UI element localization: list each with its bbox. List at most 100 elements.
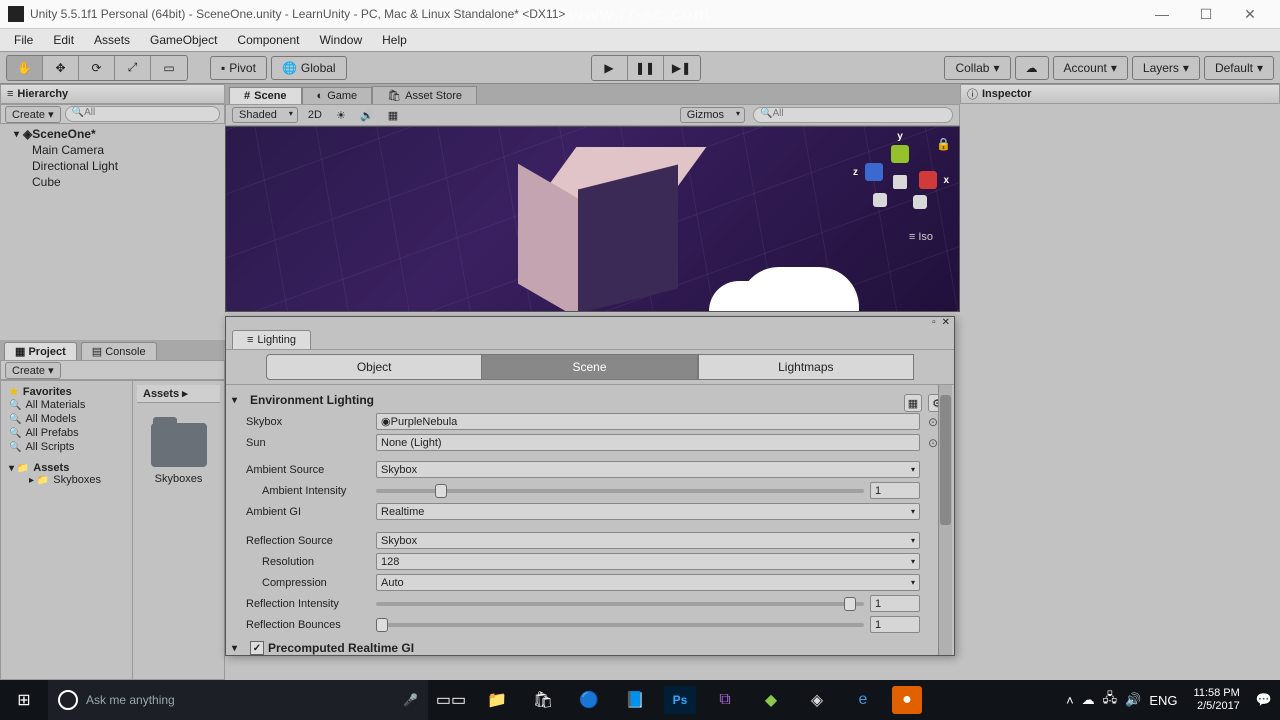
task-view-icon[interactable]: ▭▭: [428, 680, 474, 720]
ambient-intensity-slider[interactable]: [376, 482, 864, 499]
hand-tool[interactable]: ✋: [7, 56, 43, 80]
tab-asset-store[interactable]: 🛍Asset Store: [372, 86, 477, 104]
2d-toggle[interactable]: 2D: [306, 107, 324, 123]
menu-component[interactable]: Component: [227, 31, 309, 49]
mic-icon[interactable]: 🎤: [403, 693, 418, 707]
taskbar-clock[interactable]: 11:58 PM 2/5/2017: [1186, 687, 1248, 713]
menu-assets[interactable]: Assets: [84, 31, 140, 49]
env-lighting-header[interactable]: Environment Lighting: [240, 391, 940, 411]
close-button[interactable]: ✕: [1228, 0, 1272, 28]
menu-help[interactable]: Help: [372, 31, 417, 49]
hierarchy-item[interactable]: Main Camera: [6, 142, 219, 158]
edge-icon[interactable]: e: [840, 680, 886, 720]
store-app-icon[interactable]: 🛍: [520, 680, 566, 720]
precomputed-gi-header[interactable]: ✓Precomputed Realtime GI: [240, 635, 940, 655]
resolution-field[interactable]: 128: [376, 553, 920, 570]
project-create[interactable]: Create ▾: [5, 362, 61, 379]
folder-icon[interactable]: [151, 423, 207, 467]
photoshop-icon[interactable]: Ps: [664, 686, 696, 714]
audio-toggle-icon[interactable]: 🔊: [358, 107, 376, 123]
lighting-tab-lightmaps[interactable]: Lightmaps: [698, 354, 914, 380]
ambient-source-field[interactable]: Skybox: [376, 461, 920, 478]
tab-project[interactable]: ▦ Project: [4, 342, 77, 360]
reflection-intensity-value[interactable]: 1: [870, 595, 920, 612]
rotate-tool[interactable]: ⟳: [79, 56, 115, 80]
lighting-close-icon[interactable]: ✕: [942, 317, 950, 328]
hierarchy-create[interactable]: Create ▾: [5, 106, 61, 123]
reflection-source-field[interactable]: Skybox: [376, 532, 920, 549]
scene-search[interactable]: 🔍All: [753, 107, 953, 123]
scene-root[interactable]: ◈ SceneOne*: [6, 126, 219, 142]
lighting-tab-scene[interactable]: Scene: [482, 354, 697, 380]
menu-gameobject[interactable]: GameObject: [140, 31, 227, 49]
rect-tool[interactable]: ▭: [151, 56, 187, 80]
layout-dropdown[interactable]: Default▾: [1204, 56, 1274, 80]
tray-onedrive-icon[interactable]: ☁: [1082, 692, 1095, 708]
ambient-gi-field[interactable]: Realtime: [376, 503, 920, 520]
menu-file[interactable]: File: [4, 31, 43, 49]
tab-console[interactable]: ▤ Console: [81, 342, 157, 360]
fx-toggle-icon[interactable]: ▦: [384, 107, 402, 123]
android-studio-icon[interactable]: ◆: [748, 680, 794, 720]
start-button[interactable]: ⊞: [0, 680, 48, 720]
favorites-header[interactable]: Favorites: [9, 385, 124, 398]
maximize-button[interactable]: ☐: [1184, 0, 1228, 28]
lighting-tab-object[interactable]: Object: [266, 354, 482, 380]
play-button[interactable]: ▶: [592, 56, 628, 80]
unity-taskbar-icon[interactable]: ◈: [794, 680, 840, 720]
reflection-bounces-slider[interactable]: [376, 616, 864, 633]
lighting-dock-icon[interactable]: ▫: [932, 317, 936, 328]
assets-subfolder[interactable]: Skyboxes: [9, 474, 124, 486]
action-center-icon[interactable]: 💬: [1256, 692, 1272, 708]
tray-network-icon[interactable]: 🖧: [1103, 689, 1118, 711]
sun-field[interactable]: None (Light): [376, 434, 920, 451]
orientation-gizmo[interactable]: [859, 141, 939, 221]
shading-mode[interactable]: Shaded: [232, 107, 298, 123]
lighting-toggle-icon[interactable]: ☀: [332, 107, 350, 123]
collab-dropdown[interactable]: Collab▾: [944, 56, 1010, 80]
pivot-toggle[interactable]: ▪Pivot: [210, 56, 267, 80]
account-dropdown[interactable]: Account▾: [1053, 56, 1128, 80]
favorite-item[interactable]: All Prefabs: [9, 426, 124, 440]
tab-game[interactable]: ◐Game: [302, 87, 373, 104]
scene-cube[interactable]: [516, 147, 676, 297]
favorite-item[interactable]: All Models: [9, 412, 124, 426]
step-button[interactable]: ▶❚: [664, 56, 700, 80]
move-tool[interactable]: ✥: [43, 56, 79, 80]
hierarchy-item[interactable]: Directional Light: [6, 158, 219, 174]
assets-breadcrumb[interactable]: Assets ▸: [137, 385, 220, 403]
word-icon[interactable]: 📘: [612, 680, 658, 720]
layers-dropdown[interactable]: Layers▾: [1132, 56, 1200, 80]
hierarchy-search[interactable]: 🔍All: [65, 106, 220, 122]
menu-window[interactable]: Window: [309, 31, 372, 49]
visual-studio-icon[interactable]: ⧉: [702, 680, 748, 720]
assets-folder[interactable]: Assets: [9, 462, 124, 474]
global-toggle[interactable]: 🌐Global: [271, 56, 347, 80]
lighting-scrollbar[interactable]: [938, 385, 952, 655]
scale-tool[interactable]: ⤢: [115, 56, 151, 80]
chrome-icon[interactable]: 🔵: [566, 680, 612, 720]
favorite-item[interactable]: All Scripts: [9, 440, 124, 454]
favorite-item[interactable]: All Materials: [9, 398, 124, 412]
hierarchy-item[interactable]: Cube: [6, 174, 219, 190]
precomputed-gi-checkbox[interactable]: ✓: [250, 641, 264, 655]
recorder-icon[interactable]: ●: [892, 686, 922, 714]
reflection-intensity-slider[interactable]: [376, 595, 864, 612]
tray-chevron-icon[interactable]: ˄: [1066, 693, 1074, 708]
gizmos-dropdown[interactable]: Gizmos: [680, 107, 745, 123]
tray-volume-icon[interactable]: 🔊: [1125, 692, 1141, 708]
projection-label[interactable]: ≡ Iso: [909, 231, 933, 243]
cortana-search[interactable]: Ask me anything 🎤: [48, 680, 428, 720]
tab-lighting[interactable]: ≡Lighting: [232, 330, 311, 349]
pause-button[interactable]: ❚❚: [628, 56, 664, 80]
cloud-button[interactable]: ☁: [1015, 56, 1049, 80]
compression-field[interactable]: Auto: [376, 574, 920, 591]
reflection-bounces-value[interactable]: 1: [870, 616, 920, 633]
ambient-intensity-value[interactable]: 1: [870, 482, 920, 499]
skybox-field[interactable]: ◉ PurpleNebula: [376, 413, 920, 430]
minimize-button[interactable]: ―: [1140, 0, 1184, 28]
lock-icon[interactable]: 🔒: [936, 137, 951, 151]
tray-language[interactable]: ENG: [1149, 693, 1177, 708]
file-explorer-icon[interactable]: 📁: [474, 680, 520, 720]
menu-edit[interactable]: Edit: [43, 31, 84, 49]
